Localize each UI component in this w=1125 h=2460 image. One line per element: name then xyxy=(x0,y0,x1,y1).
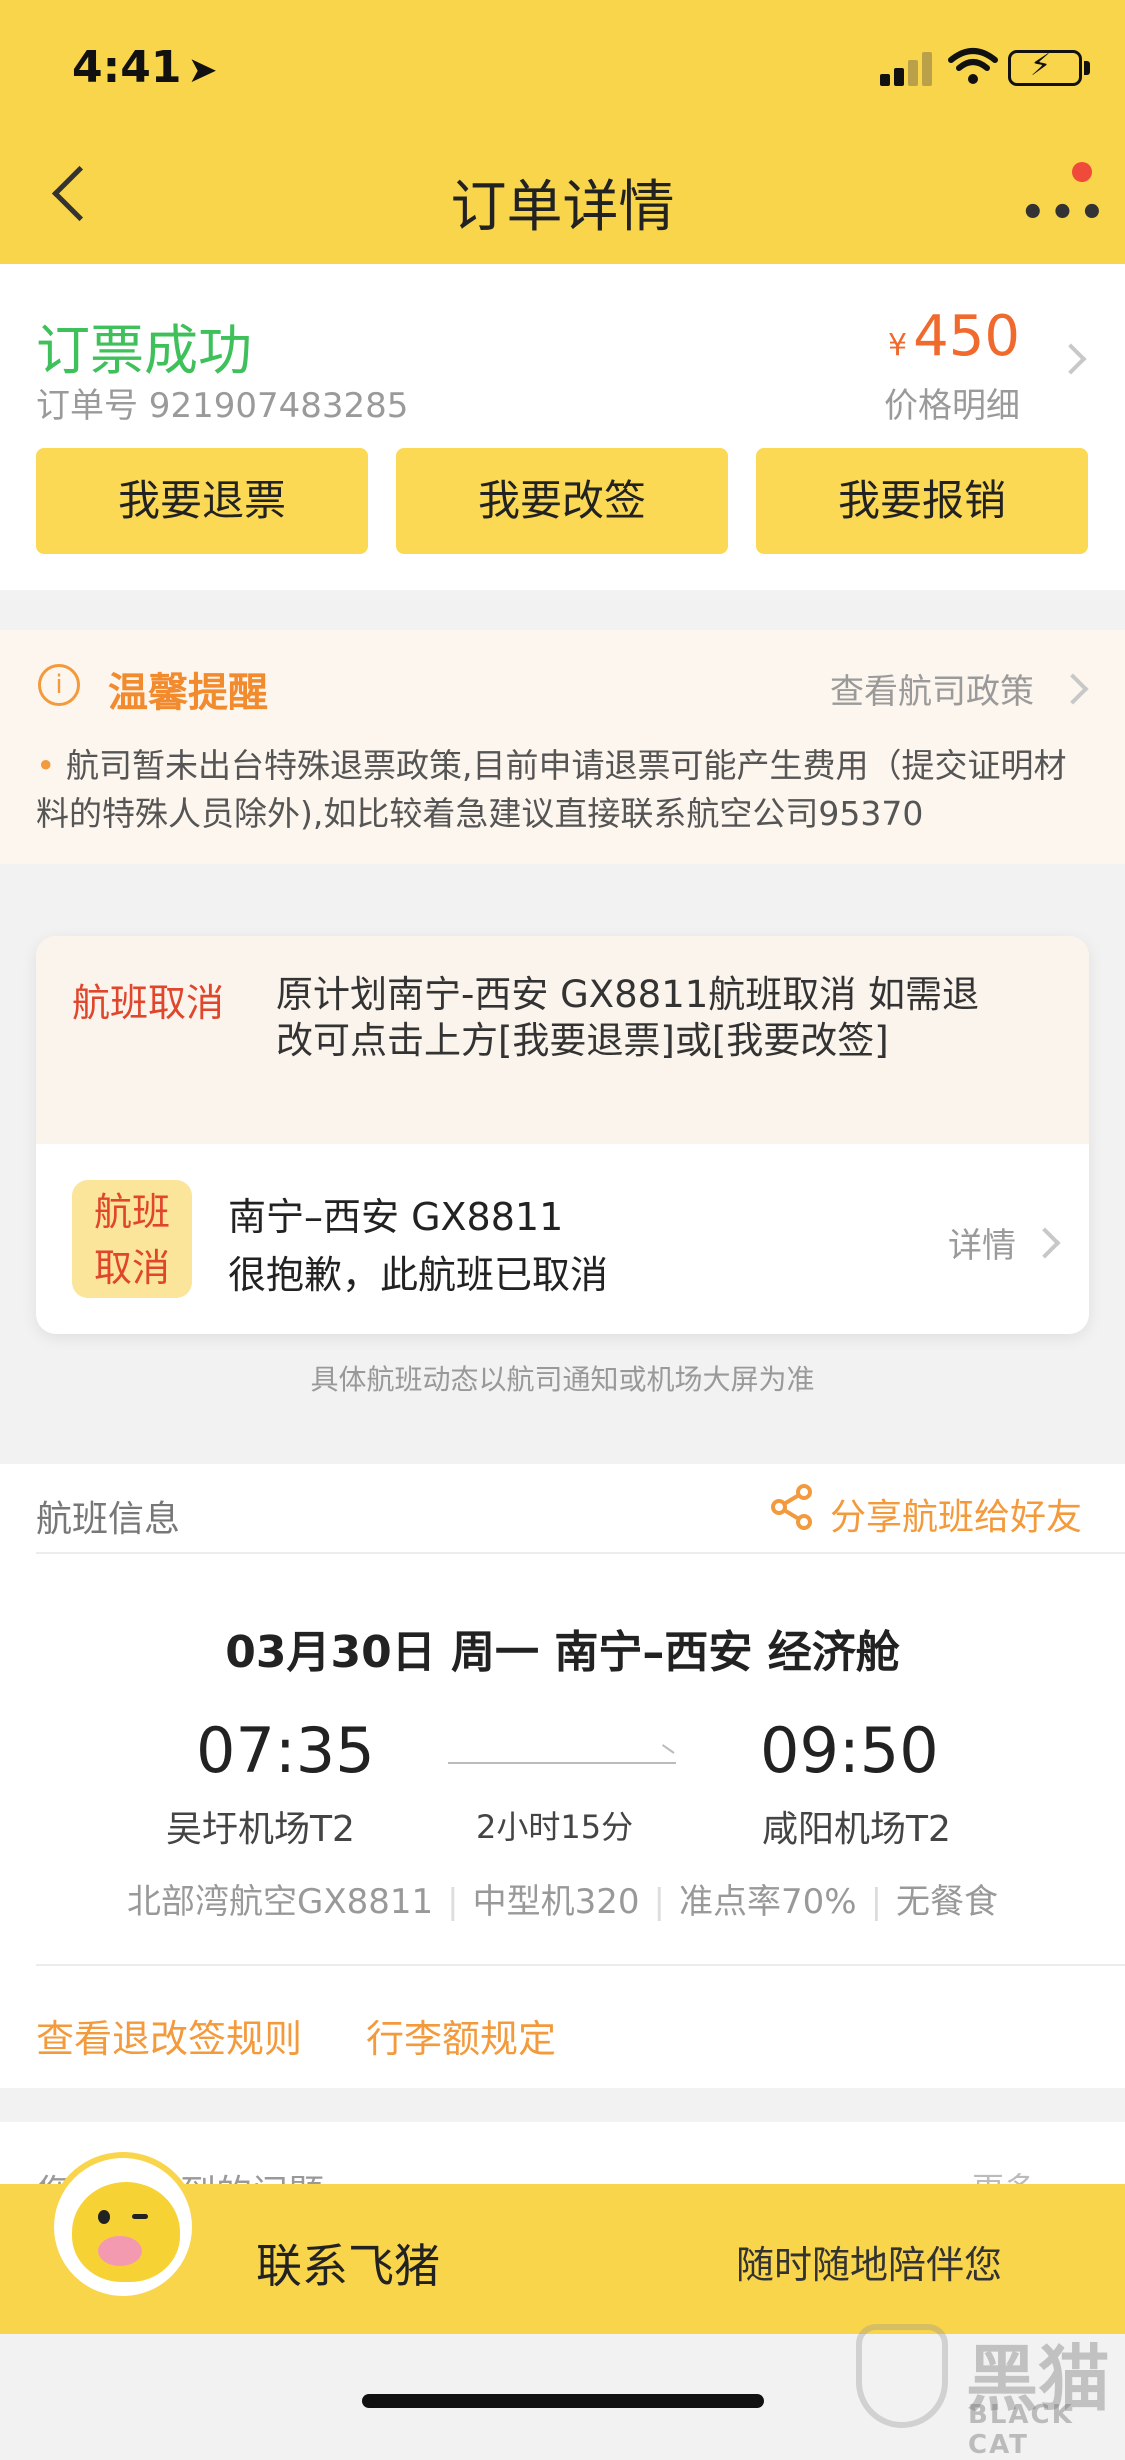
wifi-icon xyxy=(948,46,998,86)
divider xyxy=(36,1552,1125,1554)
contact-title[interactable]: 联系飞猪 xyxy=(256,2230,440,2296)
status-time: 4:41 ➤ xyxy=(72,42,218,93)
flight-summary: 03月30日 周一 南宁–西安 经济舱 xyxy=(225,1627,900,1678)
cancelled-flight-route: 南宁–西安 GX8811 xyxy=(228,1195,564,1239)
home-indicator[interactable] xyxy=(362,2394,764,2408)
mascot-nose xyxy=(98,2236,142,2266)
watermark-shield-icon xyxy=(856,2324,948,2428)
cancelled-flight-note: 很抱歉，此航班已取消 xyxy=(228,1253,609,1297)
flight-info-card xyxy=(0,1464,1125,2088)
order-status: 订票成功 xyxy=(36,319,252,382)
arrival-airport: 咸阳机场T2 xyxy=(762,1809,951,1850)
contact-subtitle: 随时随地陪伴您 xyxy=(736,2243,1003,2287)
watermark-subtext: BLACK CAT xyxy=(968,2400,1074,2460)
currency-symbol: ¥ xyxy=(888,328,908,363)
separator: | xyxy=(653,1882,665,1922)
reminder-title: 温馨提醒 xyxy=(108,670,268,716)
baggage-rules-link[interactable]: 行李额规定 xyxy=(366,2008,556,2063)
price-value: 450 xyxy=(913,304,1020,369)
notification-dot xyxy=(1072,162,1092,182)
change-ticket-button[interactable]: 我要改签 xyxy=(396,448,728,554)
flight-info-title: 航班信息 xyxy=(36,1499,181,1540)
airline-policy-link[interactable]: 查看航司政策 xyxy=(830,664,1034,713)
mascot-eye xyxy=(132,2214,148,2219)
refund-rules-link[interactable]: 查看退改签规则 xyxy=(36,2008,302,2063)
share-flight-link[interactable]: 分享航班给好友 xyxy=(830,1488,1082,1540)
separator: | xyxy=(447,1882,459,1922)
aircraft-type: 中型机320 xyxy=(472,1882,640,1922)
departure-time: 07:35 xyxy=(196,1714,375,1787)
flight-detail-link[interactable]: 详情 xyxy=(948,1218,1016,1267)
reimbursement-button[interactable]: 我要报销 xyxy=(756,448,1088,554)
airline-flight-no: 北部湾航空GX8811 xyxy=(126,1882,434,1922)
bullet-dot: • xyxy=(36,746,66,785)
meal-info: 无餐食 xyxy=(896,1882,999,1922)
separator: | xyxy=(870,1882,883,1922)
cellular-signal-icon xyxy=(880,52,936,86)
cancel-message: 原计划南宁-西安 GX8811航班取消 如需退改可点击上方[我要退票]或[我要改… xyxy=(276,973,980,1062)
mascot-eye xyxy=(98,2210,110,2224)
divider xyxy=(36,1964,1125,1966)
more-options-icon[interactable]: ••• xyxy=(1020,190,1109,236)
share-icon[interactable] xyxy=(770,1484,814,1534)
price-detail-link[interactable]: 价格明细 xyxy=(850,378,1020,427)
flight-meta: 北部湾航空GX8811 | 中型机320 | 准点率70% | 无餐食 xyxy=(0,1874,1125,1923)
pig-mascot-icon xyxy=(72,2182,180,2282)
page-title: 订单详情 xyxy=(450,175,675,240)
location-arrow-icon: ➤ xyxy=(187,50,218,91)
arrival-time: 09:50 xyxy=(760,1714,939,1787)
flight-duration: 2小时15分 xyxy=(476,1808,634,1846)
cancel-badge: 航班 取消 xyxy=(72,1180,192,1298)
info-icon: i xyxy=(38,664,80,706)
badge-line-2: 取消 xyxy=(93,1246,170,1290)
order-number: 订单号 921907483285 xyxy=(36,386,409,426)
charging-bolt-icon: ⚡ xyxy=(1030,48,1052,83)
cancel-label: 航班取消 xyxy=(72,981,225,1025)
on-time-rate: 准点率70% xyxy=(678,1882,857,1922)
status-footnote: 具体航班动态以航司通知或机场大屏为准 xyxy=(310,1363,815,1396)
battery-tip xyxy=(1084,61,1090,75)
reminder-body: 航司暂未出台特殊退票政策,目前申请退票可能产生费用（提交证明材料的特殊人员除外)… xyxy=(36,746,1067,833)
refund-button[interactable]: 我要退票 xyxy=(36,448,368,554)
badge-line-1: 航班 xyxy=(93,1190,170,1234)
route-line xyxy=(448,1762,676,1764)
order-price[interactable]: ¥450 xyxy=(880,304,1020,369)
departure-airport: 吴圩机场T2 xyxy=(166,1809,355,1850)
reminder-text: • 航司暂未出台特殊退票政策,目前申请退票可能产生费用（提交证明材料的特殊人员除… xyxy=(36,742,1086,838)
